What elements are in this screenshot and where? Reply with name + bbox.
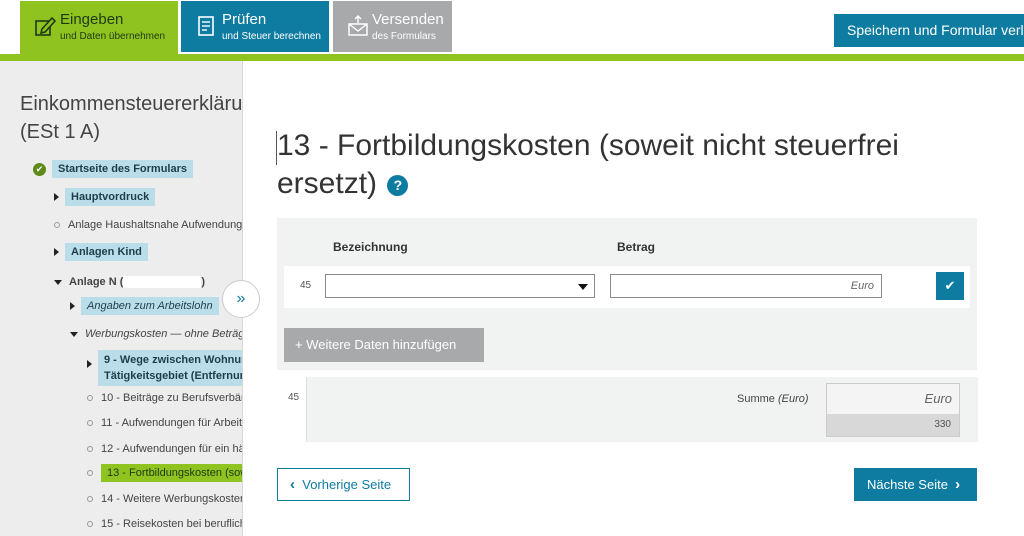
caret-right-icon <box>54 248 59 257</box>
row-number: 45 <box>300 280 312 291</box>
nav-item-label: 12 - Aufwendungen für ein häusliches Arb… <box>101 443 242 455</box>
nav-item-haushaltsnahe[interactable]: Anlage Haushaltsnahe Aufwendungen <box>54 219 242 231</box>
nav-item-anlage-n[interactable]: Anlage N () <box>54 276 205 289</box>
nav-item-label: Angaben zum Arbeitslohn <box>81 297 219 315</box>
step-title: Versenden <box>372 11 444 28</box>
step-title: Prüfen <box>222 11 267 28</box>
nav-item-11[interactable]: 11 - Aufwendungen für Arbeitsmittel <box>87 417 242 429</box>
step-versenden[interactable]: Versenden des Formulars <box>333 1 452 52</box>
save-and-leave-button[interactable]: Speichern und Formular verlassen <box>834 14 1024 47</box>
table-row: 45 Euro ✔ <box>284 266 970 308</box>
column-header-bezeichnung: Bezeichnung <box>333 240 408 254</box>
form-title-line1: Einkommensteuererklärung <box>20 93 242 115</box>
nav-item-label: 9 - Wege zwischen Wohnung und <box>104 354 242 366</box>
caret-right-icon <box>70 302 75 311</box>
nav-item-label: Anlagen Kind <box>65 243 148 261</box>
nav-item-label-active: 13 - Fortbildungskosten (soweit nicht st… <box>101 464 242 482</box>
entry-panel: Bezeichnung Betrag 45 Euro ✔ + Weitere D… <box>277 218 977 370</box>
previous-page-button[interactable]: ‹ Vorherige Seite <box>277 468 410 501</box>
nav-item-label: 10 - Beiträge zu Berufsverbänden <box>101 392 242 404</box>
previous-page-label: Vorherige Seite <box>302 477 392 492</box>
sum-label: Summe (Euro) <box>737 393 809 405</box>
confirm-row-button[interactable]: ✔ <box>936 272 964 300</box>
chevron-left-icon: ‹ <box>290 476 295 493</box>
caret-right-icon <box>54 193 59 202</box>
help-icon[interactable]: ? <box>387 174 409 196</box>
chevron-right-icon: › <box>955 476 961 493</box>
upload-mail-icon <box>348 15 368 36</box>
column-header-betrag: Betrag <box>617 240 656 254</box>
nav-item-13[interactable]: 13 - Fortbildungskosten (soweit nicht st… <box>87 464 242 482</box>
bezeichnung-select[interactable] <box>325 274 595 298</box>
next-page-button[interactable]: Nächste Seite › <box>854 468 977 501</box>
calculator-icon <box>198 16 214 36</box>
add-more-data-button[interactable]: + Weitere Daten hinzufügen <box>284 328 484 362</box>
page-title-text: 13 - Fortbildungskosten (soweit nicht st… <box>277 129 899 200</box>
nav-item-10[interactable]: 10 - Beiträge zu Berufsverbänden <box>87 392 242 404</box>
caret-down-icon <box>70 331 78 337</box>
step-subtitle: und Daten übernehmen <box>60 31 166 42</box>
step-subtitle: des Formulars <box>372 31 436 42</box>
bullet-icon <box>87 521 93 528</box>
nav-item-15[interactable]: 15 - Reisekosten bei beruflich veranlass… <box>87 518 242 530</box>
sum-unit: Euro <box>924 391 952 406</box>
caret-right-icon <box>87 360 92 369</box>
nav-item-12[interactable]: 12 - Aufwendungen für ein häusliches Arb… <box>87 443 242 455</box>
main-content: 13 - Fortbildungskosten (soweit nicht st… <box>242 61 1024 536</box>
step-subtitle: und Steuer berechnen <box>222 31 321 42</box>
step-eingeben[interactable]: Eingeben und Daten übernehmen <box>20 1 178 55</box>
check-circle-icon: ✔ <box>33 163 46 176</box>
redacted-field <box>123 276 202 289</box>
sum-label-text: Summe <box>737 393 775 405</box>
nav-item-14[interactable]: 14 - Weitere Werbungskosten <box>87 493 242 505</box>
sum-label-unit: (Euro) <box>777 393 809 405</box>
sum-panel: Summe (Euro) Euro 330 <box>306 377 978 442</box>
nav-item-hauptvordruck[interactable]: Hauptvordruck <box>54 188 156 206</box>
chevron-down-icon <box>578 284 588 290</box>
nav-item-werbungskosten[interactable]: Werbungskosten — ohne Beträge <box>70 328 242 340</box>
bullet-icon <box>87 470 93 477</box>
nav-item-startseite[interactable]: ✔ Startseite des Formulars <box>33 160 193 179</box>
nav-item-anlagen-kind[interactable]: Anlagen Kind <box>54 243 148 261</box>
nav-item-label: Werbungskosten — ohne Beträge <box>85 328 242 340</box>
edit-icon <box>35 16 56 36</box>
caret-down-icon <box>54 279 62 285</box>
nav-item-label: Hauptvordruck <box>65 188 156 206</box>
bullet-icon <box>87 420 93 427</box>
collapse-sidebar-button[interactable]: » <box>222 280 260 318</box>
sidebar: Einkommensteuererklärung (ESt 1 A) ✔ Star… <box>0 61 242 536</box>
bullet-icon <box>87 395 93 402</box>
form-title-line2: (ESt 1 A) <box>20 121 101 143</box>
next-page-label: Nächste Seite <box>867 477 948 492</box>
form-title: Einkommensteuererklärung (ESt 1 A) <box>20 90 242 146</box>
sum-field: Euro 330 <box>826 383 960 437</box>
bullet-icon <box>87 496 93 503</box>
page-title: 13 - Fortbildungskosten (soweit nicht st… <box>277 127 977 203</box>
step-title: Eingeben <box>60 11 124 28</box>
nav-item-arbeitslohn[interactable]: Angaben zum Arbeitslohn <box>70 297 219 315</box>
nav-item-label: 11 - Aufwendungen für Arbeitsmittel <box>101 417 242 429</box>
sum-value: 330 <box>827 414 959 436</box>
betrag-input[interactable]: Euro <box>610 274 882 298</box>
nav-item-label-line2: Tätigkeitsgebiet (Entfernungspauschale) <box>104 370 242 382</box>
bullet-icon <box>87 446 93 453</box>
top-divider <box>0 54 1024 61</box>
nav-item-label: 14 - Weitere Werbungskosten <box>101 493 242 505</box>
nav-item-label: 15 - Reisekosten bei beruflich veranlass… <box>101 518 242 530</box>
top-bar: Eingeben und Daten übernehmen Prüfen und… <box>0 0 1024 61</box>
sum-row-number: 45 <box>288 392 300 403</box>
nav-item-9[interactable]: 9 - Wege zwischen Wohnung und Tätigkeitsg… <box>87 350 242 386</box>
nav-item-label: Anlage N ( <box>69 276 124 288</box>
nav-item-label: Anlage Haushaltsnahe Aufwendungen <box>68 219 242 231</box>
bullet-icon <box>54 222 60 229</box>
nav-item-label: Startseite des Formulars <box>52 160 193 179</box>
step-pruefen[interactable]: Prüfen und Steuer berechnen <box>181 1 329 52</box>
